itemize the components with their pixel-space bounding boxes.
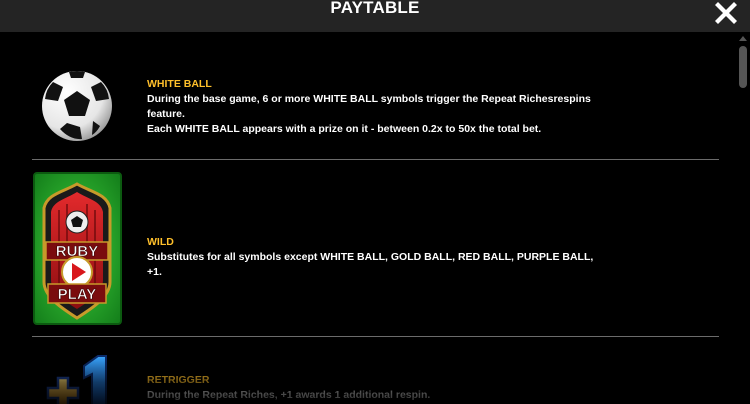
entry-description: During the Repeat Riches, +1 awards 1 ad…: [147, 389, 431, 401]
scroll-up-icon[interactable]: [739, 36, 747, 41]
close-button[interactable]: [714, 0, 738, 24]
ruby-play-wild-icon: RUBY PLAY: [33, 172, 122, 325]
entry-description: Substitutes for all symbols except WHITE…: [147, 251, 594, 278]
entry-title: RETRIGGER: [147, 374, 210, 386]
close-icon: [715, 2, 737, 24]
entry-description: During the base game, 6 or more WHITE BA…: [147, 93, 591, 135]
soccer-ball-icon: [40, 69, 114, 143]
svg-text:PLAY: PLAY: [58, 286, 97, 303]
paytable-header: PAYTABLE: [0, 0, 750, 32]
scroll-thumb[interactable]: [739, 46, 747, 88]
entry-title: WILD: [147, 236, 174, 248]
page-title: PAYTABLE: [330, 0, 420, 17]
divider: [32, 159, 719, 160]
retrigger-entry: RETRIGGER During the Repeat Riches, +1 a…: [147, 373, 607, 403]
wild-entry: WILD Substitutes for all symbols except …: [147, 235, 607, 280]
white-ball-entry: WHITE BALL During the base game, 6 or mo…: [147, 77, 607, 137]
divider: [32, 336, 719, 337]
scrollbar[interactable]: [736, 32, 750, 404]
plus-one-icon: [40, 352, 115, 404]
paytable-content[interactable]: WHITE BALL During the base game, 6 or mo…: [0, 32, 750, 404]
entry-title: WHITE BALL: [147, 78, 212, 90]
